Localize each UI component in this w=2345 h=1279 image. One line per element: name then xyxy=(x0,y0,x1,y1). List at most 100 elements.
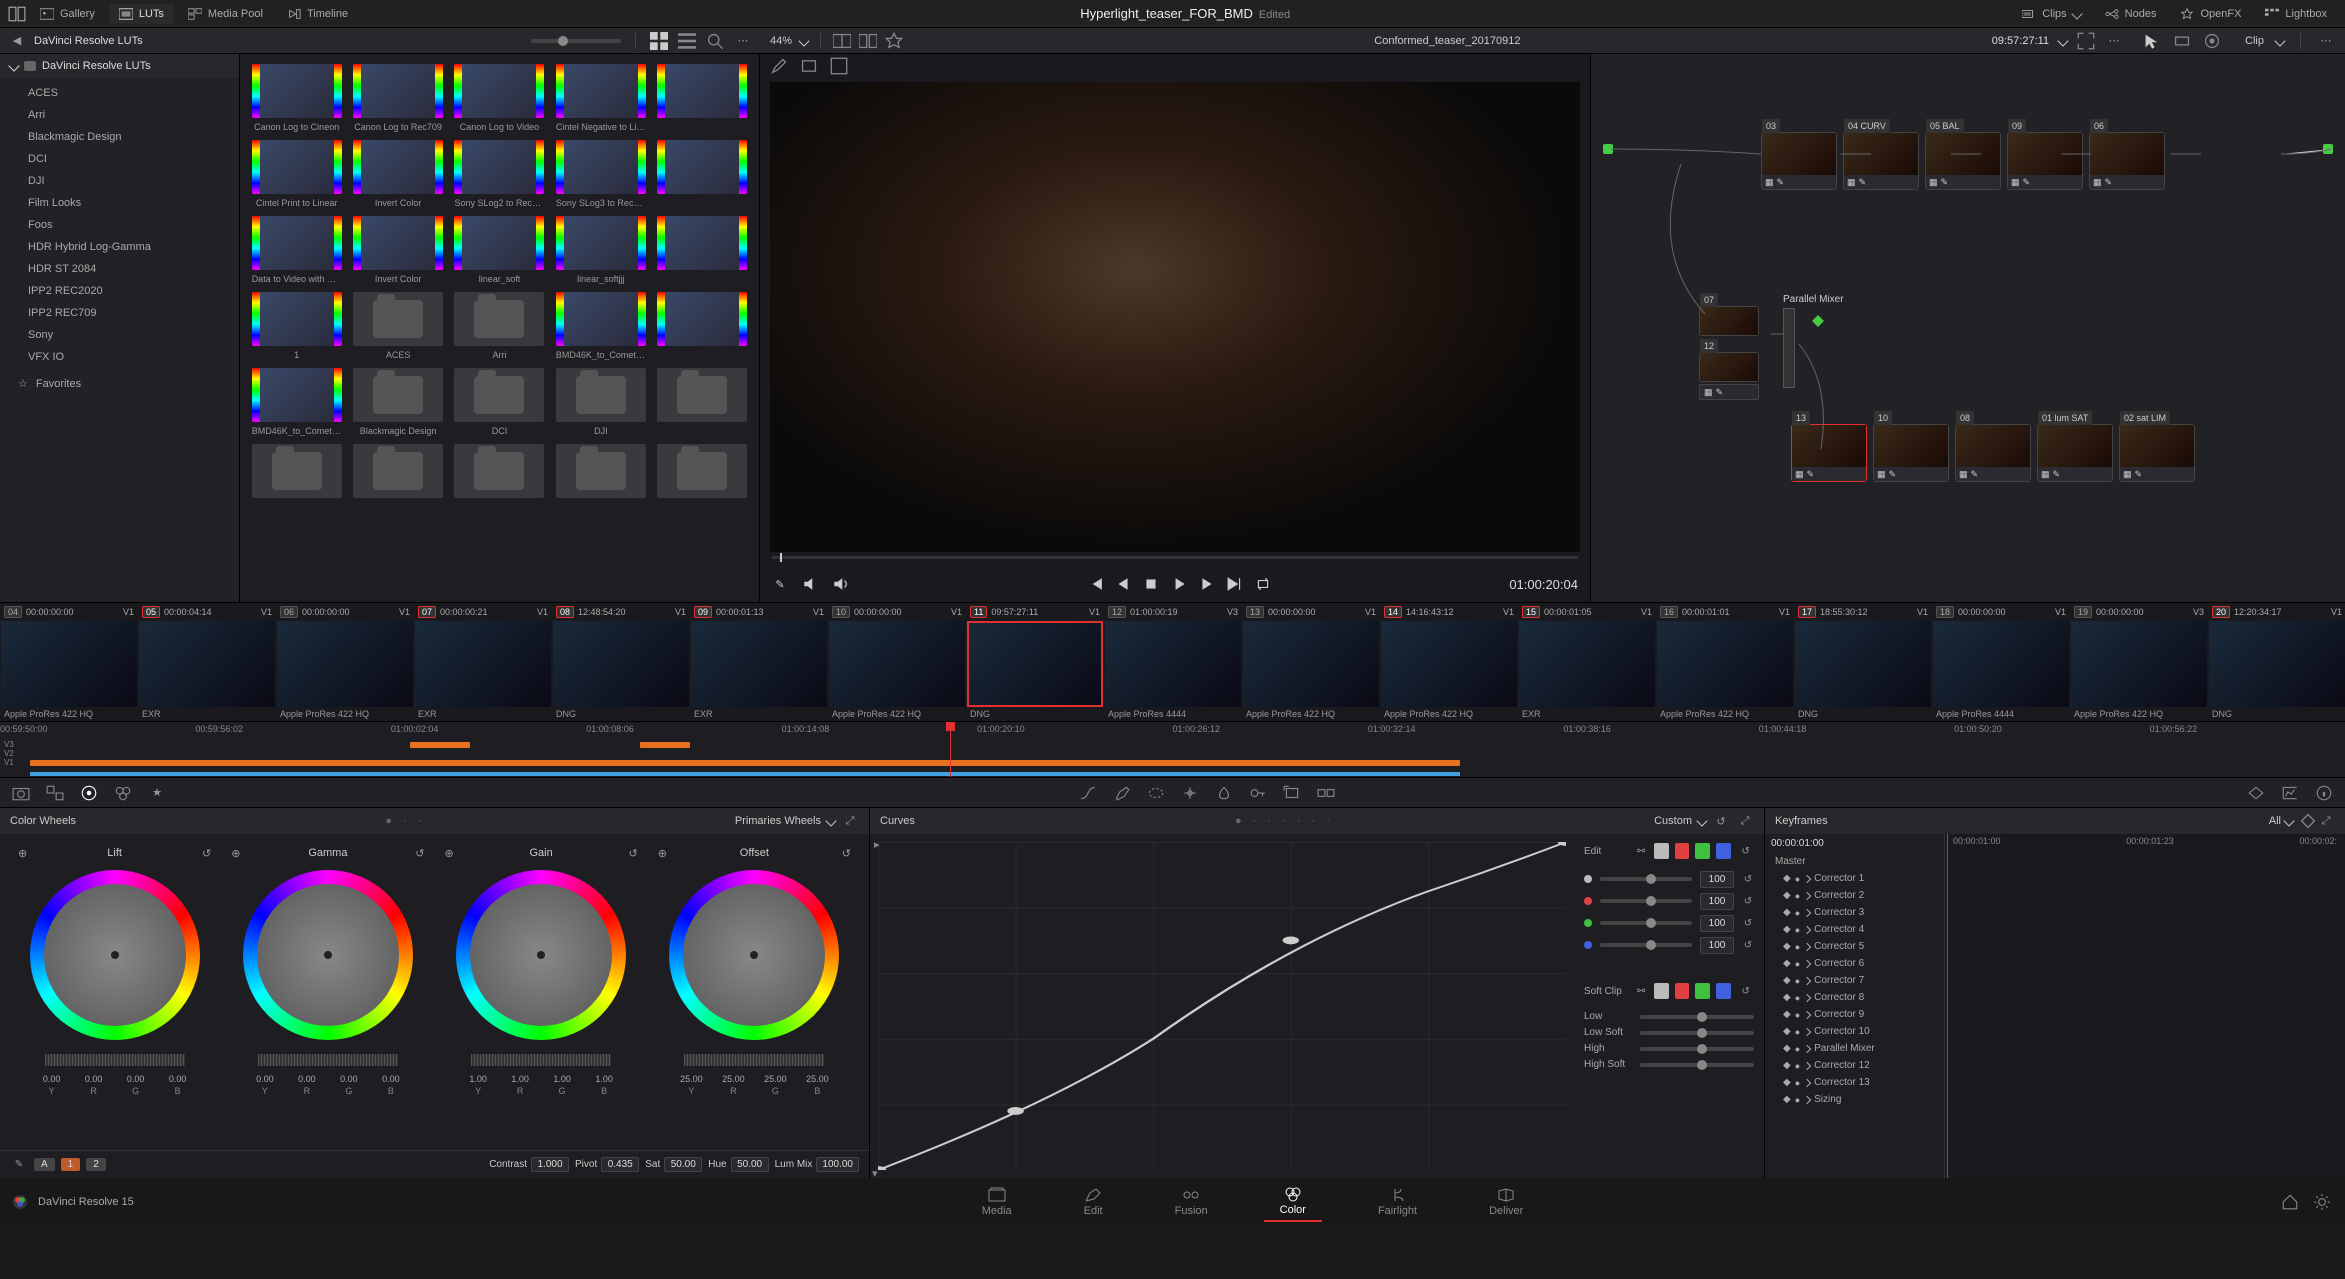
timeline-tab[interactable]: Timeline xyxy=(277,4,358,24)
lut-preset-cell[interactable]: Canon Log to Video xyxy=(453,64,546,132)
clip-thumbnail[interactable]: 1300:00:00:00V1Apple ProRes 422 HQ xyxy=(1242,603,1380,721)
lut-preset-cell[interactable]: Sony SLog3 to Rec709 xyxy=(554,140,647,208)
viewer-options-icon[interactable]: ⋯ xyxy=(2105,32,2123,50)
lut-preset-cell[interactable]: Sony SLog2 to Rec709 xyxy=(453,140,546,208)
layout-icon[interactable] xyxy=(8,5,26,23)
curves-mode[interactable]: Custom xyxy=(1654,815,1692,827)
kf-diamond-icon[interactable]: ◆ xyxy=(1783,975,1791,986)
loop-icon[interactable] xyxy=(1255,576,1271,592)
wheel-value[interactable]: 0.00 xyxy=(244,1074,286,1084)
link-icon[interactable]: ⚯ xyxy=(1635,842,1648,860)
clip-thumbnail[interactable]: 0812:48:54:20V1DNG xyxy=(552,603,690,721)
keyframe-tree-item[interactable]: ◆●Corrector 3 xyxy=(1765,904,1944,921)
node-area-icon[interactable] xyxy=(2173,32,2191,50)
softclip-r-button[interactable] xyxy=(1675,983,1690,999)
keyframe-tree-item[interactable]: ◆●Corrector 5 xyxy=(1765,938,1944,955)
prev-frame-icon[interactable] xyxy=(1115,576,1131,592)
wheel-value[interactable]: 1.00 xyxy=(499,1074,541,1084)
sat-value[interactable]: 50.00 xyxy=(664,1157,702,1172)
mediapool-tab[interactable]: Media Pool xyxy=(178,4,273,24)
graph-output[interactable] xyxy=(2323,144,2333,154)
kf-lock-icon[interactable]: ● xyxy=(1795,925,1800,935)
kf-lock-icon[interactable]: ● xyxy=(1795,874,1800,884)
playhead[interactable] xyxy=(950,722,951,777)
lut-folder-cell[interactable]: DCI xyxy=(453,368,546,436)
node-graph[interactable]: 03▦✎04 CURV▦✎05 BAL▦✎09▦✎06▦✎ 07 12 ▦✎ P… xyxy=(1591,54,2345,602)
header-timecode[interactable]: 09:57:27:11 xyxy=(1992,35,2049,47)
color-match-icon[interactable] xyxy=(46,784,64,802)
keyframe-tree-item[interactable]: ◆●Corrector 13 xyxy=(1765,1074,1944,1091)
lut-folder-cell[interactable]: Blackmagic Design xyxy=(351,368,444,436)
mini-audio[interactable] xyxy=(30,772,1460,776)
clip-thumbnail[interactable]: 0500:00:04:14V1EXR xyxy=(138,603,276,721)
info-icon[interactable] xyxy=(2315,784,2333,802)
clip-thumbnail[interactable]: 1718:55:30:12V1DNG xyxy=(1794,603,1932,721)
lut-folder-item[interactable]: Blackmagic Design xyxy=(0,126,239,148)
viewer-canvas[interactable] xyxy=(770,82,1580,552)
lut-preset-cell[interactable]: Canon Log to Cineon xyxy=(250,64,343,132)
kf-diamond-icon[interactable]: ◆ xyxy=(1783,1094,1791,1105)
kf-timecode[interactable]: 00:00:01:00 xyxy=(1765,834,1944,853)
channel-g-button[interactable] xyxy=(1695,843,1710,859)
graph-input[interactable] xyxy=(1603,144,1613,154)
kf-lock-icon[interactable]: ● xyxy=(1795,1095,1800,1105)
hue-value[interactable]: 50.00 xyxy=(731,1157,769,1172)
reset-icon[interactable]: ↺ xyxy=(626,844,640,862)
curves-graph[interactable]: ▸ ▾ xyxy=(878,842,1566,1170)
mini-timeline[interactable]: 00:59:50:0000:59:56:0201:00:02:0401:00:0… xyxy=(0,722,2345,778)
gallery-tab[interactable]: Gallery xyxy=(30,4,105,24)
lut-folder-item[interactable]: Film Looks xyxy=(0,192,239,214)
color-node[interactable]: 08▦✎ xyxy=(1955,424,2031,482)
lut-folder-cell[interactable] xyxy=(656,368,749,436)
keyframe-tree-item[interactable]: ◆●Corrector 8 xyxy=(1765,989,1944,1006)
kf-lock-icon[interactable]: ● xyxy=(1795,1061,1800,1071)
kf-diamond-icon[interactable]: ◆ xyxy=(1783,1009,1791,1020)
wheel-value[interactable]: 25.00 xyxy=(754,1074,796,1084)
reset-icon[interactable]: ↺ xyxy=(1742,892,1754,910)
lut-preset-cell[interactable]: linear_soft xyxy=(453,216,546,284)
viewer-full-icon[interactable] xyxy=(830,57,848,75)
wheels-mode[interactable]: Primaries Wheels xyxy=(735,815,821,827)
lut-folder-cell[interactable]: Arri xyxy=(453,292,546,360)
version-2[interactable]: 2 xyxy=(86,1158,106,1171)
wheel-value[interactable]: 0.00 xyxy=(115,1074,157,1084)
clip-thumbnail-strip[interactable]: 0400:00:00:00V1Apple ProRes 422 HQ0500:0… xyxy=(0,602,2345,722)
curves-page-dots[interactable]: ● · · · · · · xyxy=(915,815,1654,827)
lut-preset-cell[interactable]: Invert Color xyxy=(351,216,444,284)
viewer-settings-icon[interactable] xyxy=(800,57,818,75)
wheel-picker-icon[interactable]: ⊕ xyxy=(16,844,30,862)
clip-thumbnail[interactable]: 1900:00:00:00V3Apple ProRes 422 HQ xyxy=(2070,603,2208,721)
softclip-b-button[interactable] xyxy=(1716,983,1731,999)
arrow-tool-icon[interactable] xyxy=(2143,32,2161,50)
lut-folder-item[interactable]: DCI xyxy=(0,148,239,170)
curves-intensity-slider[interactable] xyxy=(1600,943,1692,947)
kf-view-icon[interactable] xyxy=(2299,812,2317,830)
volume-icon[interactable] xyxy=(832,576,848,592)
color-wheel-control[interactable] xyxy=(243,870,413,1040)
kf-lock-icon[interactable]: ● xyxy=(1795,891,1800,901)
play-icon[interactable] xyxy=(1171,576,1187,592)
lut-preset-cell[interactable]: 1 xyxy=(250,292,343,360)
lut-folder-item[interactable]: HDR ST 2084 xyxy=(0,258,239,280)
curves-intensity-value[interactable]: 100 xyxy=(1700,871,1734,888)
lut-folder-item[interactable]: IPP2 REC709 xyxy=(0,302,239,324)
kf-diamond-icon[interactable]: ◆ xyxy=(1783,992,1791,1003)
curves-intensity-value[interactable]: 100 xyxy=(1700,893,1734,910)
contrast-value[interactable]: 1.000 xyxy=(531,1157,569,1172)
wheel-value[interactable]: 0.00 xyxy=(157,1074,199,1084)
home-icon[interactable] xyxy=(2281,1193,2299,1211)
parallel-mixer-handle[interactable] xyxy=(1811,314,1825,331)
wheel-master-slider[interactable] xyxy=(45,1054,185,1066)
pivot-value[interactable]: 0.435 xyxy=(601,1157,639,1172)
curves-intensity-slider[interactable] xyxy=(1600,899,1692,903)
viewer-timecode[interactable]: 01:00:20:04 xyxy=(1509,577,1578,592)
kf-diamond-icon[interactable]: ◆ xyxy=(1783,1026,1791,1037)
wheel-value[interactable]: 25.00 xyxy=(712,1074,754,1084)
lut-folder-cell[interactable] xyxy=(554,444,647,502)
kf-diamond-icon[interactable]: ◆ xyxy=(1783,1060,1791,1071)
keyframes-mode[interactable]: All xyxy=(2269,815,2281,827)
color-node[interactable]: 06▦✎ xyxy=(2089,132,2165,190)
wheel-value[interactable]: 0.00 xyxy=(286,1074,328,1084)
kf-lock-icon[interactable]: ● xyxy=(1795,1078,1800,1088)
stop-icon[interactable] xyxy=(1143,576,1159,592)
